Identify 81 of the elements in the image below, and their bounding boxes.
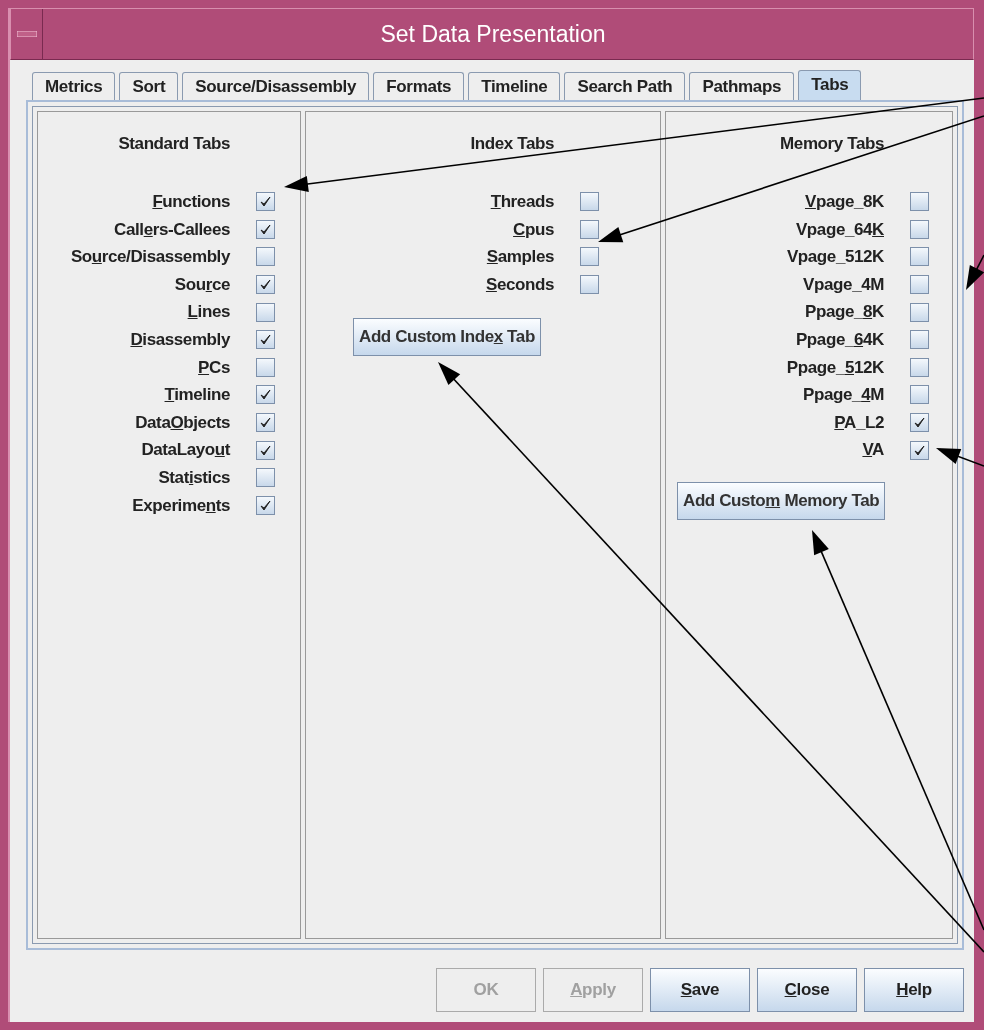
check-icon bbox=[260, 417, 271, 429]
checkbox[interactable] bbox=[256, 302, 275, 322]
check-icon bbox=[260, 223, 271, 235]
dialog-button[interactable]: Save bbox=[650, 968, 750, 1012]
checkbox[interactable] bbox=[256, 275, 275, 295]
add-tab-button[interactable]: Add Custom Index Tab bbox=[353, 318, 541, 357]
tab[interactable]: Pathmaps bbox=[689, 72, 795, 100]
annotation-arrow bbox=[966, 254, 984, 290]
checkbox[interactable] bbox=[256, 413, 275, 433]
checkbox-label: Vpage_4M bbox=[802, 273, 884, 296]
checkbox-label: Seconds bbox=[484, 273, 554, 296]
tab[interactable]: Sort bbox=[119, 72, 179, 100]
checkbox-label: Cpus bbox=[512, 218, 554, 241]
checkbox[interactable] bbox=[910, 413, 929, 433]
column-heading: Index Tabs bbox=[470, 134, 554, 154]
tab[interactable]: Metrics bbox=[32, 72, 116, 100]
checkbox-label: Disassembly bbox=[129, 328, 230, 351]
checkbox-label: Source/Disassembly bbox=[70, 246, 230, 269]
checkbox-label: DataLayout bbox=[140, 439, 230, 462]
checkbox[interactable] bbox=[256, 247, 275, 267]
check-icon bbox=[260, 279, 271, 291]
checkbox[interactable] bbox=[910, 275, 929, 295]
checkbox[interactable] bbox=[580, 219, 599, 239]
check-icon bbox=[260, 389, 271, 401]
checkbox-label: DataObjects bbox=[134, 411, 230, 434]
checkbox[interactable] bbox=[580, 275, 599, 295]
checkbox[interactable] bbox=[910, 192, 929, 212]
add-tab-button[interactable]: Add Custom Memory Tab bbox=[677, 481, 886, 520]
checkbox[interactable] bbox=[256, 468, 275, 488]
checkbox-label: Statistics bbox=[157, 466, 230, 489]
checkbox[interactable] bbox=[256, 385, 275, 405]
checkbox-label: Ppage_64K bbox=[794, 328, 884, 351]
checkbox-label: Threads bbox=[489, 191, 554, 213]
checkbox-label: PCs bbox=[197, 356, 230, 379]
checkbox[interactable] bbox=[910, 385, 929, 405]
check-icon bbox=[260, 334, 271, 346]
check-icon bbox=[914, 444, 925, 456]
check-icon bbox=[260, 196, 271, 208]
checkbox-label: Vpage_64K bbox=[794, 218, 884, 241]
checkbox[interactable] bbox=[580, 247, 599, 267]
minimize-icon bbox=[16, 31, 37, 37]
checkbox-label: Experiments bbox=[131, 494, 230, 517]
check-icon bbox=[260, 444, 271, 456]
tab[interactable]: Source/Disassembly bbox=[182, 72, 370, 100]
tab[interactable]: Timeline bbox=[468, 72, 561, 100]
checkbox[interactable] bbox=[256, 330, 275, 350]
checkbox-label: Functions bbox=[151, 191, 230, 213]
checkbox[interactable] bbox=[910, 219, 929, 239]
checkbox-label: Callers-Callees bbox=[113, 218, 230, 241]
checkbox-label: Ppage_8K bbox=[803, 301, 884, 324]
checkbox-label: Timeline bbox=[163, 384, 230, 407]
checkbox[interactable] bbox=[580, 192, 599, 212]
dialog-button[interactable]: Help bbox=[864, 968, 964, 1012]
checkbox[interactable] bbox=[910, 357, 929, 377]
checkbox[interactable] bbox=[910, 302, 929, 322]
checkbox[interactable] bbox=[256, 192, 275, 212]
checkbox[interactable] bbox=[910, 247, 929, 267]
checkbox-label: Ppage_4M bbox=[802, 384, 884, 407]
check-icon bbox=[260, 499, 271, 511]
checkbox-label: Lines bbox=[186, 301, 230, 324]
checkbox-label: PA_L2 bbox=[833, 411, 884, 434]
checkbox-label: Ppage_512K bbox=[785, 356, 884, 379]
tab[interactable]: Tabs bbox=[798, 70, 862, 100]
checkbox[interactable] bbox=[256, 357, 275, 377]
checkbox-label: VA bbox=[861, 439, 884, 462]
column-heading: Memory Tabs bbox=[780, 134, 884, 154]
window-title: Set Data Presentation bbox=[379, 19, 607, 49]
checkbox[interactable] bbox=[910, 330, 929, 350]
tab[interactable]: Search Path bbox=[564, 72, 686, 100]
checkbox-label: Source bbox=[173, 273, 230, 296]
tab[interactable]: Formats bbox=[373, 72, 465, 100]
check-icon bbox=[914, 417, 925, 429]
checkbox[interactable] bbox=[256, 440, 275, 460]
column-heading: Standard Tabs bbox=[117, 134, 230, 154]
checkbox-label: Samples bbox=[485, 246, 554, 269]
dialog-button[interactable]: Close bbox=[757, 968, 857, 1012]
checkbox[interactable] bbox=[256, 495, 275, 515]
checkbox-label: Vpage_512K bbox=[785, 246, 884, 269]
checkbox-label: Vpage_8K bbox=[803, 191, 884, 213]
checkbox[interactable] bbox=[910, 440, 929, 460]
checkbox[interactable] bbox=[256, 219, 275, 239]
